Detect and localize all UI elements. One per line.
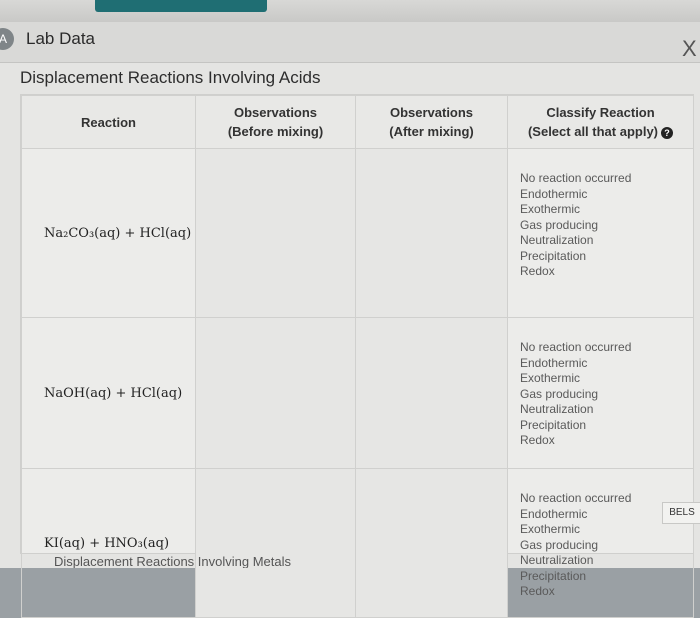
option-exothermic[interactable]: Exothermic xyxy=(520,522,693,538)
option-endothermic[interactable]: Endothermic xyxy=(520,356,693,372)
option-exothermic[interactable]: Exothermic xyxy=(520,371,693,387)
classify-options: No reaction occurred Endothermic Exother… xyxy=(507,148,694,318)
observation-before-field[interactable] xyxy=(195,148,356,318)
option-redox[interactable]: Redox xyxy=(520,433,693,449)
table-row: NaOH(aq) + HCl(aq) No reaction occurred … xyxy=(21,317,694,469)
header-label-line1: Observations xyxy=(389,105,474,120)
reaction-cell: KI(aq) + HNO₃(aq) xyxy=(21,468,196,618)
classify-options: No reaction occurred Endothermic Exother… xyxy=(507,317,694,469)
option-gas-producing[interactable]: Gas producing xyxy=(520,387,693,403)
top-tab[interactable] xyxy=(95,0,267,12)
close-icon[interactable]: X xyxy=(682,38,697,60)
header-label-line1: Classify Reaction xyxy=(546,105,655,120)
option-neutralization[interactable]: Neutralization xyxy=(520,553,693,569)
observation-after-field[interactable] xyxy=(355,148,508,318)
option-gas-producing[interactable]: Gas producing xyxy=(520,538,693,554)
option-precipitation[interactable]: Precipitation xyxy=(520,418,693,434)
header-classify: Classify Reaction (Select all that apply… xyxy=(507,95,694,149)
header-reaction: Reaction xyxy=(21,95,196,149)
header-reaction-label: Reaction xyxy=(81,114,136,130)
option-gas-producing[interactable]: Gas producing xyxy=(520,218,693,234)
header-label-line1: Observations xyxy=(233,105,318,120)
reaction-cell: Na₂CO₃(aq) + HCl(aq) xyxy=(21,148,196,318)
observation-after-field[interactable] xyxy=(355,317,508,469)
header-observations-before: Observations (Before mixing) xyxy=(195,95,356,149)
labels-side-tab[interactable]: BELS xyxy=(662,502,700,524)
panel-header: A Lab Data X xyxy=(0,22,700,63)
header-label-line2: (Before mixing) xyxy=(227,124,324,139)
option-exothermic[interactable]: Exothermic xyxy=(520,202,693,218)
option-neutralization[interactable]: Neutralization xyxy=(520,233,693,249)
option-redox[interactable]: Redox xyxy=(520,584,693,600)
help-icon[interactable]: ? xyxy=(661,126,674,139)
panel-title: Lab Data xyxy=(26,29,95,48)
observation-before-field[interactable] xyxy=(195,317,356,469)
lab-data-table: Reaction Observations (Before mixing) Ob… xyxy=(20,94,694,618)
option-redox[interactable]: Redox xyxy=(520,264,693,280)
step-badge: A xyxy=(0,28,14,50)
option-precipitation[interactable]: Precipitation xyxy=(520,249,693,265)
next-section-title: Displacement Reactions Involving Metals xyxy=(54,554,291,568)
header-label-line2: (Select all that apply) xyxy=(527,124,659,139)
table-row: Na₂CO₃(aq) + HCl(aq) No reaction occurre… xyxy=(21,148,694,318)
observation-after-field[interactable] xyxy=(355,468,508,618)
observation-before-field[interactable] xyxy=(195,468,356,618)
option-endothermic[interactable]: Endothermic xyxy=(520,187,693,203)
reaction-cell: NaOH(aq) + HCl(aq) xyxy=(21,317,196,469)
option-no-reaction[interactable]: No reaction occurred xyxy=(520,171,693,187)
header-observations-after: Observations (After mixing) xyxy=(355,95,508,149)
option-neutralization[interactable]: Neutralization xyxy=(520,402,693,418)
option-precipitation[interactable]: Precipitation xyxy=(520,569,693,585)
section-title: Displacement Reactions Involving Acids xyxy=(20,68,321,87)
option-no-reaction[interactable]: No reaction occurred xyxy=(520,340,693,356)
table-row: KI(aq) + HNO₃(aq) No reaction occurred E… xyxy=(21,468,694,618)
lab-data-panel: A Lab Data X Displacement Reactions Invo… xyxy=(0,22,700,618)
header-label-line2: (After mixing) xyxy=(389,124,474,139)
classify-options: No reaction occurred Endothermic Exother… xyxy=(507,468,694,618)
top-bar xyxy=(0,0,700,22)
header-row: Reaction Observations (Before mixing) Ob… xyxy=(21,95,694,149)
